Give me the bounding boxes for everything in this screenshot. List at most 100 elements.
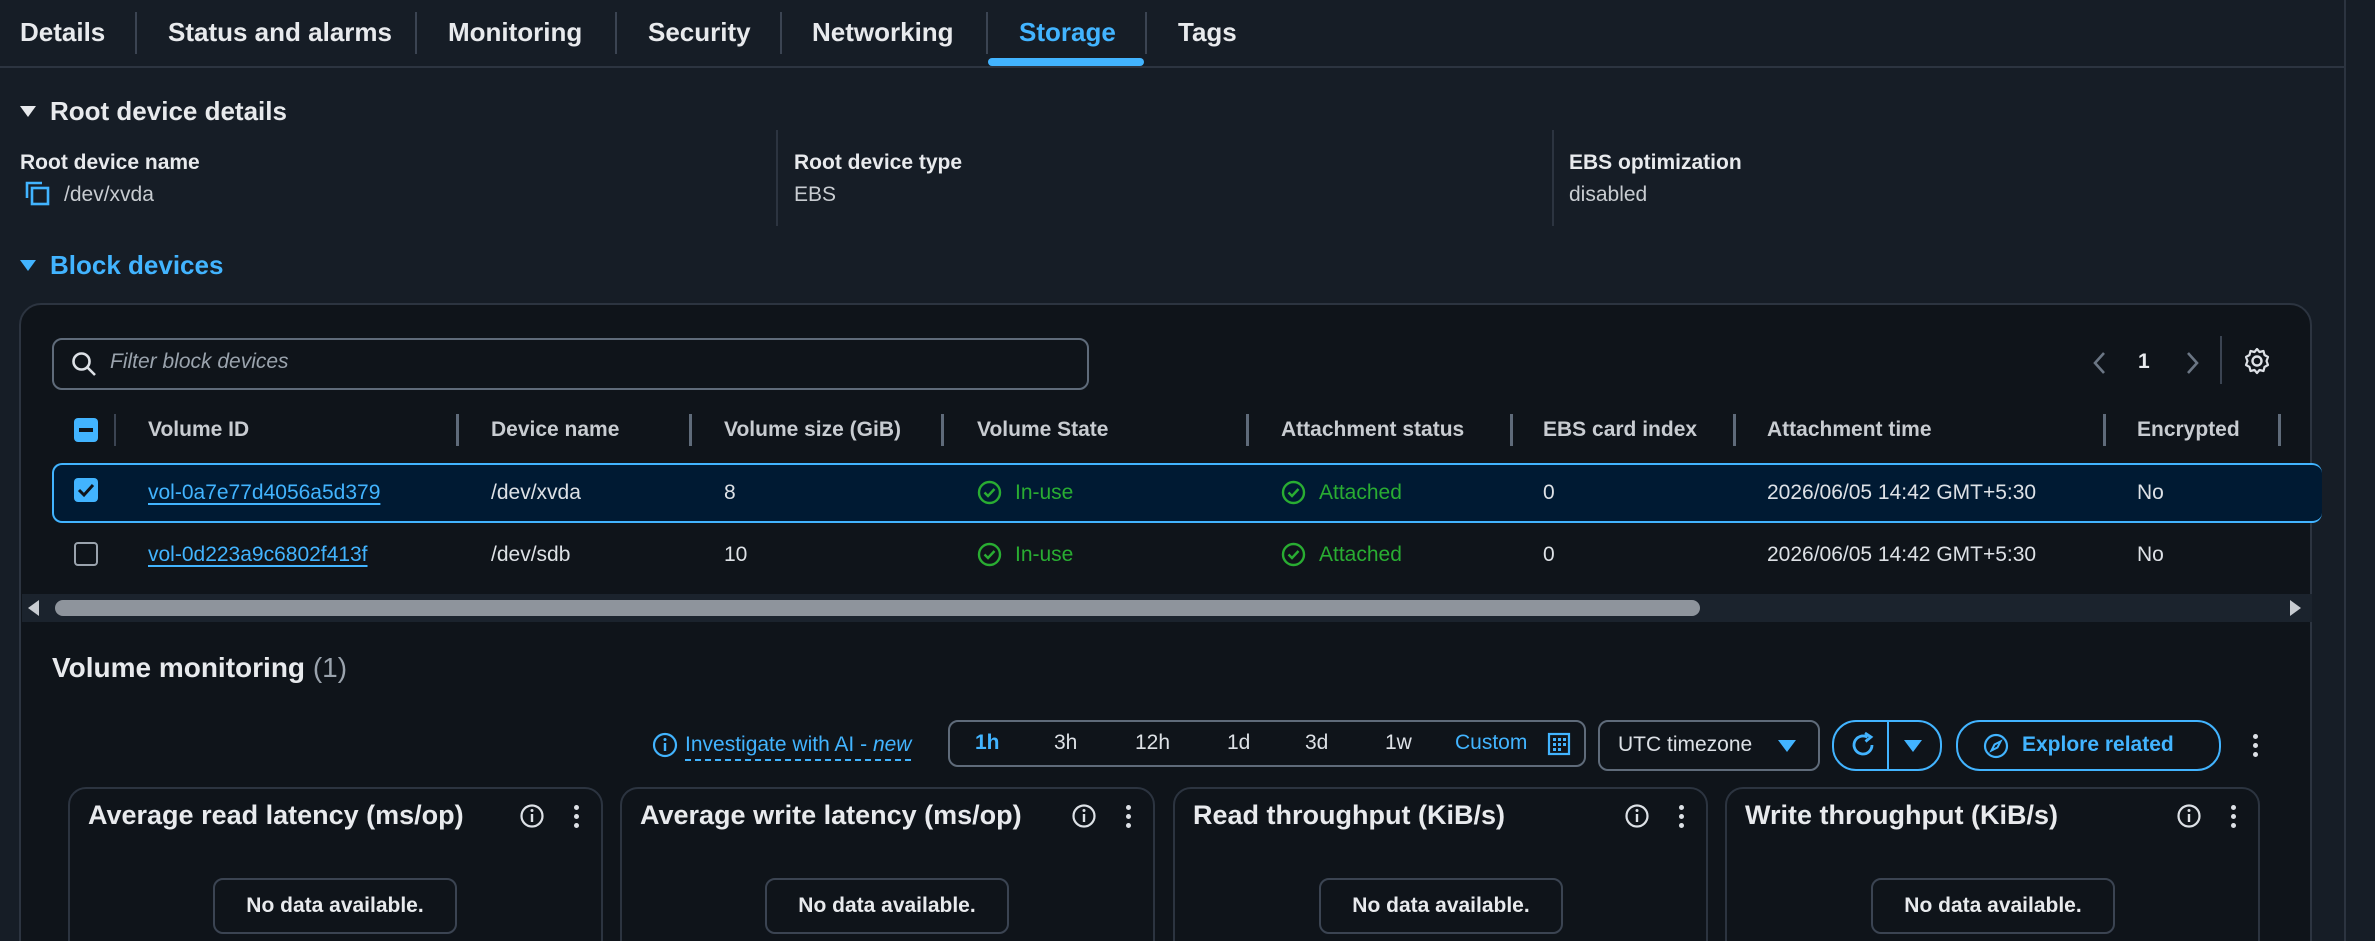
info-icon[interactable] [2176, 803, 2202, 829]
more-options-icon[interactable] [1679, 805, 1685, 832]
column-resize-handle[interactable] [689, 414, 692, 446]
explore-related-label: Explore related [2022, 733, 2174, 756]
tab-security[interactable]: Security [648, 0, 751, 66]
range-3d[interactable]: 3d [1305, 731, 1328, 755]
tab-status-and-alarms[interactable]: Status and alarms [168, 0, 392, 66]
info-icon[interactable] [1071, 803, 1097, 829]
volume-monitoring-title: Volume monitoring (1) [52, 652, 347, 684]
tab-tags[interactable]: Tags [1178, 0, 1237, 66]
column-divider [1552, 130, 1554, 226]
metric-card-title: Average write latency (ms/op) [640, 800, 1022, 830]
column-header-device-name[interactable]: Device name [491, 418, 619, 442]
header-divider [114, 414, 116, 446]
attachment-status-cell: Attached [1319, 543, 1402, 566]
column-resize-handle[interactable] [2103, 414, 2106, 446]
select-all-checkbox[interactable] [74, 418, 98, 442]
scrollbar-thumb[interactable] [55, 600, 1700, 616]
column-header-attachment-status[interactable]: Attachment status [1281, 418, 1464, 442]
device-name-cell: /dev/xvda [491, 481, 581, 504]
block-devices-section-title[interactable]: Block devices [50, 250, 223, 281]
investigate-with-ai-text: Investigate with AI - [685, 733, 873, 756]
range-1d[interactable]: 1d [1227, 731, 1250, 755]
column-header-ebs-card-index[interactable]: EBS card index [1543, 418, 1697, 442]
volume-state-cell: In-use [1015, 543, 1074, 566]
column-header-volume-id[interactable]: Volume ID [148, 418, 249, 442]
success-check-icon [977, 480, 1002, 505]
tab-divider [415, 12, 417, 54]
tab-storage[interactable]: Storage [1019, 0, 1116, 66]
range-3h[interactable]: 3h [1054, 731, 1077, 755]
volume-monitoring-title-text: Volume monitoring [52, 652, 306, 683]
more-options-icon[interactable] [1126, 805, 1132, 832]
column-resize-handle[interactable] [1510, 414, 1513, 446]
more-options-icon[interactable] [574, 805, 580, 832]
tab-divider [615, 12, 617, 54]
column-resize-handle[interactable] [456, 414, 459, 446]
metric-card-title: Write throughput (KiB/s) [1745, 800, 2058, 830]
info-icon[interactable] [519, 803, 545, 829]
copy-icon[interactable] [24, 180, 52, 208]
no-data-message: No data available. [213, 878, 457, 934]
caret-down-icon[interactable] [1902, 738, 1924, 754]
metric-card-title: Read throughput (KiB/s) [1193, 800, 1505, 830]
root-device-name-label: Root device name [20, 151, 200, 174]
root-device-type-value: EBS [794, 183, 837, 206]
scroll-left-arrow-icon[interactable] [26, 599, 42, 617]
more-options-icon[interactable] [2253, 734, 2259, 761]
tab-details[interactable]: Details [20, 0, 105, 66]
ebs-optimization-value: disabled [1569, 183, 1648, 206]
panel-border [2344, 0, 2346, 941]
attachment-time-cell: 2026/06/05 14:42 GMT+5:30 [1767, 481, 2037, 504]
page-number[interactable]: 1 [2138, 350, 2150, 374]
column-resize-handle[interactable] [941, 414, 944, 446]
volume-id-link[interactable]: vol-0a7e77d4056a5d379 [148, 481, 380, 505]
tab-divider [1145, 12, 1147, 54]
ebs-optimization-label: EBS optimization [1569, 151, 1742, 174]
caret-down-icon[interactable] [20, 106, 36, 117]
ebs-card-index-cell: 0 [1543, 543, 1555, 566]
column-header-volume-size[interactable]: Volume size (GiB) [724, 418, 901, 442]
investigate-with-ai-link[interactable]: Investigate with AI - new [685, 733, 912, 761]
no-data-message: No data available. [1871, 878, 2115, 934]
calendar-icon[interactable] [1547, 732, 1571, 756]
column-resize-handle[interactable] [2278, 414, 2281, 446]
column-divider [776, 130, 778, 226]
row-checkbox[interactable] [74, 478, 98, 502]
column-header-attachment-time[interactable]: Attachment time [1767, 418, 1932, 442]
no-data-message: No data available. [765, 878, 1009, 934]
more-options-icon[interactable] [2231, 805, 2237, 832]
caret-down-icon[interactable] [20, 260, 36, 271]
range-1h[interactable]: 1h [975, 731, 1000, 755]
range-12h[interactable]: 12h [1135, 731, 1170, 755]
root-device-type-label: Root device type [794, 151, 963, 174]
active-tab-indicator [988, 58, 1144, 66]
refresh-icon[interactable] [1848, 730, 1878, 760]
info-icon[interactable] [652, 732, 678, 758]
pagination-divider [2220, 336, 2222, 384]
volume-monitoring-count: (1) [312, 652, 348, 683]
info-icon[interactable] [1624, 803, 1650, 829]
success-check-icon [1281, 542, 1306, 567]
split-divider [1887, 722, 1889, 769]
root-device-name-value: /dev/xvda [64, 183, 154, 206]
metric-card-title: Average read latency (ms/op) [88, 800, 464, 830]
range-1w[interactable]: 1w [1385, 731, 1412, 755]
volume-size-cell: 10 [724, 543, 748, 566]
gear-icon[interactable] [2242, 346, 2272, 376]
tab-divider [135, 12, 137, 54]
scroll-right-arrow-icon[interactable] [2287, 599, 2303, 617]
column-header-encrypted[interactable]: Encrypted [2137, 418, 2240, 442]
column-header-volume-state[interactable]: Volume State [977, 418, 1108, 442]
row-checkbox[interactable] [74, 542, 98, 566]
attachment-time-cell: 2026/06/05 14:42 GMT+5:30 [1767, 543, 2037, 566]
chevron-right-icon[interactable] [2182, 350, 2202, 376]
column-resize-handle[interactable] [1733, 414, 1736, 446]
range-custom[interactable]: Custom [1455, 731, 1527, 755]
volume-id-link[interactable]: vol-0d223a9c6802f413f [148, 543, 368, 567]
tab-networking[interactable]: Networking [812, 0, 954, 66]
chevron-left-icon[interactable] [2090, 350, 2110, 376]
root-device-section-title[interactable]: Root device details [50, 96, 287, 127]
tab-monitoring[interactable]: Monitoring [448, 0, 582, 66]
column-resize-handle[interactable] [1246, 414, 1249, 446]
attachment-status-cell: Attached [1319, 481, 1402, 504]
